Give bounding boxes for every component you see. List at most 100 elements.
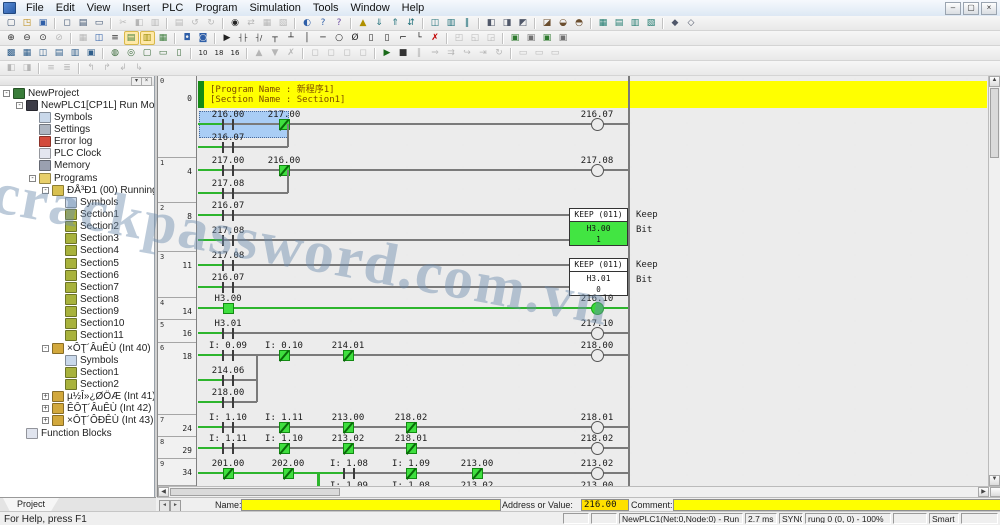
- cut-icon[interactable]: ✂: [116, 16, 131, 30]
- sim-pause-icon[interactable]: ‖: [412, 46, 427, 60]
- cycle-time-icon[interactable]: ◻: [356, 46, 371, 60]
- tree-item-section11[interactable]: Section11: [0, 330, 154, 342]
- view-global-symbols-icon[interactable]: ◎: [124, 46, 139, 60]
- window-output-icon[interactable]: ▦: [20, 46, 35, 60]
- collapse-icon[interactable]: -: [42, 187, 49, 194]
- st-tool-4-icon[interactable]: ↳: [132, 61, 147, 75]
- tree-item-newplc1-cp1l-run-mode[interactable]: -NewPLC1[CP1L] Run Mode: [0, 99, 154, 111]
- contact-open[interactable]: [232, 165, 234, 176]
- new-closed-contact-or-icon[interactable]: ┴: [284, 31, 299, 45]
- contact-open[interactable]: [222, 235, 224, 246]
- sim-network-2-icon[interactable]: ▭: [532, 46, 547, 60]
- window-project-icon[interactable]: ▩: [4, 46, 19, 60]
- contact-open[interactable]: [232, 260, 234, 271]
- contact-open[interactable]: [232, 188, 234, 199]
- collapse-icon[interactable]: -: [29, 175, 36, 182]
- tree-item-section5[interactable]: Section5: [0, 257, 154, 269]
- tree-item-section1[interactable]: Section1: [0, 208, 154, 220]
- contact-open[interactable]: [222, 165, 224, 176]
- rung-wrap-icon[interactable]: ≡: [108, 31, 123, 45]
- contact-open[interactable]: [222, 188, 224, 199]
- help-tool-1-icon[interactable]: ◆: [668, 16, 683, 30]
- contact-open[interactable]: [222, 443, 224, 454]
- collapse-icon[interactable]: -: [3, 90, 10, 97]
- paste-icon[interactable]: ▥: [148, 16, 163, 30]
- sim-network-1-icon[interactable]: ▭: [516, 46, 531, 60]
- about-icon[interactable]: ◐: [300, 16, 315, 30]
- horizontal-line-icon[interactable]: ─: [316, 31, 331, 45]
- menu-window[interactable]: Window: [345, 1, 396, 15]
- help-icon[interactable]: ?: [316, 16, 331, 30]
- window-watch-icon[interactable]: ◫: [36, 46, 51, 60]
- sim-step-out-icon[interactable]: ↪: [460, 46, 475, 60]
- delete-line-icon[interactable]: ✗: [428, 31, 443, 45]
- monitor-hex-icon[interactable]: 16: [228, 46, 243, 60]
- force-cancel-icon[interactable]: ✗: [284, 46, 299, 60]
- new-closed-coil-icon[interactable]: Ø: [348, 31, 363, 45]
- time-chart-icon[interactable]: ▯: [172, 46, 187, 60]
- monitor-decimal-icon[interactable]: 10: [196, 46, 211, 60]
- collapse-icon[interactable]: -: [42, 345, 49, 352]
- monitor-window-icon[interactable]: ▢: [140, 46, 155, 60]
- contact-closed-on[interactable]: [472, 468, 483, 479]
- contact-open[interactable]: [232, 235, 234, 246]
- ladder-canvas[interactable]: [Program Name : 新程序1][Section Name : Sec…: [197, 76, 989, 486]
- save-icon[interactable]: ▣: [36, 16, 51, 30]
- rung-header[interactable]: 311: [158, 252, 196, 298]
- contact-open[interactable]: [222, 210, 224, 221]
- name-input[interactable]: [241, 499, 501, 511]
- menu-insert[interactable]: Insert: [116, 1, 156, 15]
- collapse-icon[interactable]: -: [16, 102, 23, 109]
- tree-item-symbols[interactable]: Symbols: [0, 111, 154, 123]
- print-icon[interactable]: ▤: [76, 16, 91, 30]
- tree-item-section7[interactable]: Section7: [0, 281, 154, 293]
- menu-program[interactable]: Program: [189, 1, 243, 15]
- tree-item-memory[interactable]: Memory: [0, 160, 154, 172]
- contact-open[interactable]: [232, 397, 234, 408]
- line-connect-icon[interactable]: └: [412, 31, 427, 45]
- sim-network-3-icon[interactable]: ▭: [548, 46, 563, 60]
- paste-attributes-icon[interactable]: ▤: [172, 16, 187, 30]
- zoom-100-icon[interactable]: ⊘: [52, 31, 67, 45]
- contact-open[interactable]: [353, 468, 355, 479]
- page-setup-icon[interactable]: ▭: [92, 16, 107, 30]
- zoom-out-icon[interactable]: ⊖: [20, 31, 35, 45]
- differential-monitor-icon[interactable]: ◻: [324, 46, 339, 60]
- new-inverted-instruction-icon[interactable]: ▯: [380, 31, 395, 45]
- hscroll-thumb[interactable]: [170, 488, 340, 496]
- contact-open[interactable]: [222, 375, 224, 386]
- tree-item-section9[interactable]: Section9: [0, 306, 154, 318]
- replace-icon[interactable]: ⇄: [244, 16, 259, 30]
- tree-item-error-log[interactable]: Error log: [0, 136, 154, 148]
- fb-online-icon[interactable]: ▣: [556, 31, 571, 45]
- contact-open[interactable]: [232, 210, 234, 221]
- window-arrange-icons-icon[interactable]: ▧: [644, 16, 659, 30]
- new-contact-icon[interactable]: ┤├: [236, 31, 251, 45]
- edit-comments-icon[interactable]: ◰: [452, 31, 467, 45]
- contact-closed-on[interactable]: [406, 422, 417, 433]
- menu-help[interactable]: Help: [396, 1, 431, 15]
- contact-open[interactable]: [232, 328, 234, 339]
- new-contact-or-icon[interactable]: ┬: [268, 31, 283, 45]
- sim-continuous-step-icon[interactable]: ⇥: [476, 46, 491, 60]
- tree-item-settings[interactable]: Settings: [0, 123, 154, 135]
- tree-item--u-int-40-[interactable]: -×ÔŢ´ÂuÊÙ (Int 40): [0, 342, 154, 354]
- vertical-line-icon[interactable]: │: [300, 31, 315, 45]
- symbol-table-icon[interactable]: ◫: [92, 31, 107, 45]
- contact-open[interactable]: [222, 260, 224, 271]
- tree-item-programs[interactable]: -Programs: [0, 172, 154, 184]
- edit-section-icon[interactable]: ◲: [484, 31, 499, 45]
- online-edit-begin-icon[interactable]: ◪: [540, 16, 555, 30]
- undo-icon[interactable]: ↺: [188, 16, 203, 30]
- redo-icon[interactable]: ↻: [204, 16, 219, 30]
- rung-header[interactable]: 516: [158, 320, 196, 343]
- contact-closed-on[interactable]: [223, 468, 234, 479]
- window-io-comment-icon[interactable]: ▣: [84, 46, 99, 60]
- window-tile-h-icon[interactable]: ▤: [612, 16, 627, 30]
- tree-item-section10[interactable]: Section10: [0, 318, 154, 330]
- horizontal-scrollbar[interactable]: ◀ ▶: [158, 486, 1000, 497]
- st-tool-2-icon[interactable]: ↱: [100, 61, 115, 75]
- menu-file[interactable]: File: [20, 1, 50, 15]
- rung-header[interactable]: 00: [158, 76, 196, 158]
- edit-rung-icon[interactable]: ◱: [468, 31, 483, 45]
